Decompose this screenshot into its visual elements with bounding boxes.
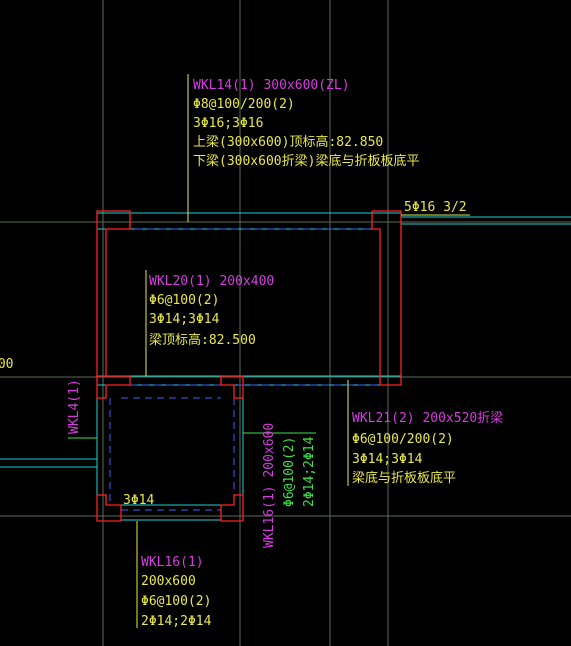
wkl16-vertical-annotation: WKL16(1) 200x600 Φ6@100(2) 2Φ14;2Φ14 [262,423,317,548]
wkl21-longitudinal: 3Φ14;3Φ14 [352,452,423,467]
wkl21-name: WKL21(2) 200x520折梁 [352,411,503,426]
left-edge-partial-label: 600 [0,357,13,372]
wkl20-longitudinal: 3Φ14;3Φ14 [149,312,220,327]
wkl16-vertical-stirrup: Φ6@100(2) [282,437,297,507]
wkl20-annotation: WKL20(1) 200x400 Φ6@100(2) 3Φ14;3Φ14 梁顶标… [149,274,274,348]
wkl16-bottom-size: 200x600 [141,574,196,589]
column-top-left [96,210,131,376]
wkl14-note-1: 上梁(300x600)顶标高:82.850 [193,134,383,150]
wkl14-note-2: 下梁(300x600折梁)梁底与折板板底平 [193,153,419,169]
wkl21-note: 梁底与折板板底平 [352,470,456,486]
wkl14-name: WKL14(1) 300x600(ZL) [193,78,350,93]
wkl16-bottom-longitudinal: 2Φ14;2Φ14 [141,614,212,629]
cad-drawing-canvas: WKL14(1) 300x600(ZL) Φ8@100/200(2) 3Φ16;… [0,0,571,646]
wkl20-note: 梁顶标高:82.500 [149,332,256,348]
wkl21-stirrup: Φ6@100/200(2) [352,432,454,447]
wkl16-vertical-longitudinal: 2Φ14;2Φ14 [302,436,317,507]
wkl21-annotation: WKL21(2) 200x520折梁 Φ6@100/200(2) 3Φ14;3Φ… [352,411,503,486]
hidden-beam-lines [109,228,380,511]
column-top-right [371,210,402,386]
column-mid-left [96,375,131,399]
wkl14-stirrup: Φ8@100/200(2) [193,97,295,112]
wkl16-bottom-annotation: WKL16(1) 200x600 Φ6@100(2) 2Φ14;2Φ14 [141,555,212,629]
top-right-rebar-callout: 5Φ16 3/2 [404,200,467,215]
bottom-rebar-callout: 3Φ14 [123,493,154,508]
wkl20-name: WKL20(1) 200x400 [149,274,274,289]
wkl16-bottom-name: WKL16(1) [141,555,204,570]
wkl14-annotation: WKL14(1) 300x600(ZL) Φ8@100/200(2) 3Φ16;… [193,78,419,169]
wkl20-stirrup: Φ6@100(2) [149,293,219,308]
wkl14-longitudinal: 3Φ16;3Φ16 [193,116,263,131]
wkl4-name: WKL4(1) [67,379,82,434]
wkl16-vertical-name: WKL16(1) 200x600 [262,423,277,548]
column-bottom-left [96,494,122,522]
wkl16-bottom-stirrup: Φ6@100(2) [141,594,211,609]
